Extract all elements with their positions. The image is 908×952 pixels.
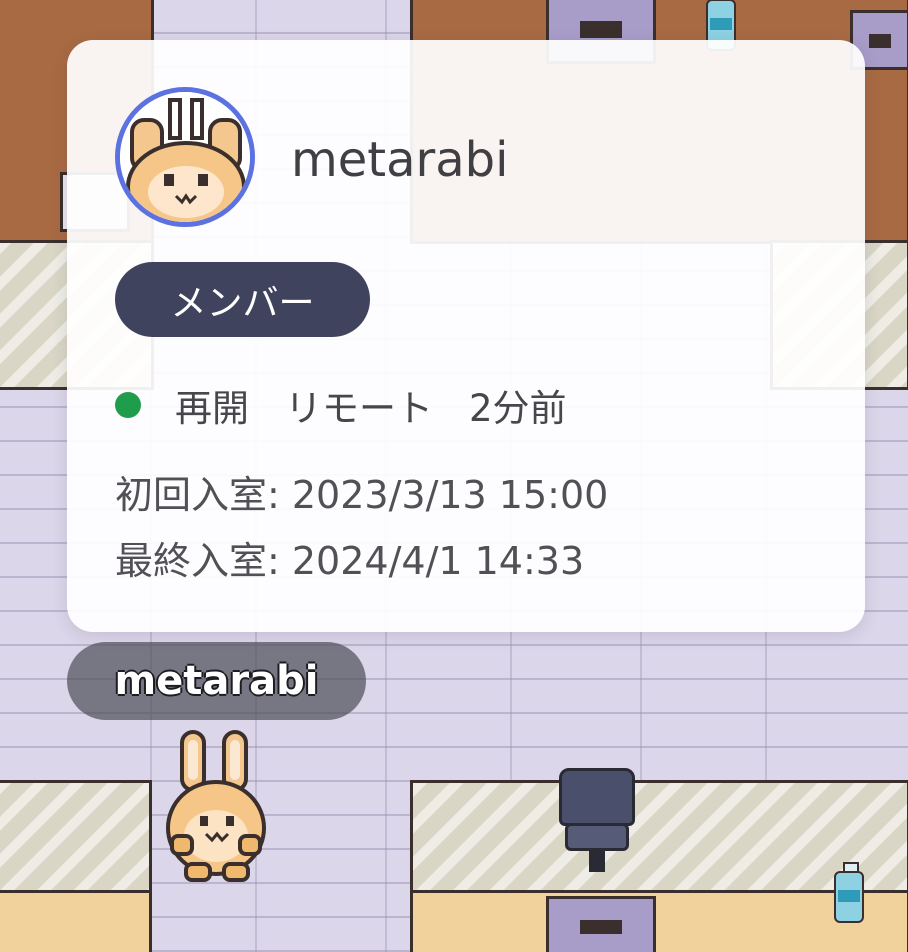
first-entry-line: 初回入室: 2023/3/13 15:00 — [115, 473, 609, 517]
status-indicator-icon — [115, 392, 141, 418]
bunny-avatar-icon — [115, 87, 255, 227]
status-elapsed: 2分前 — [469, 387, 567, 430]
desk — [0, 890, 152, 952]
profile-card: metarabi メンバー 再開 リモート 2分前 初回入室: 2023/3/1… — [67, 40, 865, 632]
water-bottle-icon — [834, 862, 864, 923]
player-nameplate-label: metarabi — [114, 658, 319, 704]
last-entry-line: 最終入室: 2024/4/1 14:33 — [115, 539, 585, 583]
office-chair-icon[interactable] — [553, 768, 641, 878]
role-badge: メンバー — [115, 262, 370, 337]
status-location: リモート — [285, 387, 433, 430]
player-nameplate[interactable]: metarabi — [67, 642, 366, 720]
glass-partition — [0, 780, 152, 900]
status-row: 再開 リモート 2分前 — [115, 382, 603, 430]
profile-username: metarabi — [291, 132, 509, 188]
status-activity: 再開 — [175, 387, 249, 430]
bunny-sprite-icon[interactable] — [162, 728, 272, 888]
monitor-icon — [546, 896, 656, 952]
